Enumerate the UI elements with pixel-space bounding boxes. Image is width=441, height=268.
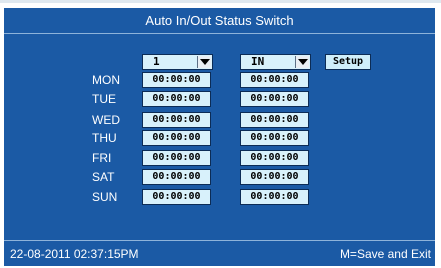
number-select[interactable]: 1 (142, 54, 213, 70)
day-label: SUN (92, 190, 118, 204)
time-field-start[interactable]: 00:00:00 (142, 169, 211, 185)
page-title: Auto In/Out Status Switch (4, 8, 435, 34)
time-field-end[interactable]: 00:00:00 (240, 169, 309, 185)
time-field-end[interactable]: 00:00:00 (240, 130, 309, 146)
day-label: MON (92, 73, 120, 87)
time-field-end[interactable]: 00:00:00 (240, 189, 309, 205)
time-field-end[interactable]: 00:00:00 (240, 112, 309, 128)
chevron-down-icon[interactable] (197, 56, 211, 68)
time-field-start[interactable]: 00:00:00 (142, 91, 211, 107)
time-field-end[interactable]: 00:00:00 (240, 150, 309, 166)
status-select-value: IN (251, 55, 265, 68)
datetime-status: 22-08-2011 02:37:15PM (10, 247, 139, 261)
day-label: WED (92, 113, 120, 127)
top-border (0, 0, 441, 3)
chevron-down-icon[interactable] (295, 56, 309, 68)
day-label: SAT (92, 170, 115, 184)
save-exit-hint: M=Save and Exit (339, 247, 431, 261)
time-field-end[interactable]: 00:00:00 (240, 72, 309, 88)
status-select[interactable]: IN (240, 54, 311, 70)
time-field-start[interactable]: 00:00:00 (142, 130, 211, 146)
day-label: TUE (92, 92, 116, 106)
day-label: THU (92, 131, 117, 145)
time-field-start[interactable]: 00:00:00 (142, 189, 211, 205)
day-label: FRI (92, 151, 112, 165)
time-field-start[interactable]: 00:00:00 (142, 150, 211, 166)
number-select-value: 1 (153, 55, 160, 68)
footer-divider (4, 240, 435, 241)
time-field-end[interactable]: 00:00:00 (240, 91, 309, 107)
setup-button[interactable]: Setup (325, 54, 371, 70)
device-screen: Auto In/Out Status Switch 1 IN Setup MON… (4, 8, 435, 266)
time-field-start[interactable]: 00:00:00 (142, 72, 211, 88)
time-field-start[interactable]: 00:00:00 (142, 112, 211, 128)
